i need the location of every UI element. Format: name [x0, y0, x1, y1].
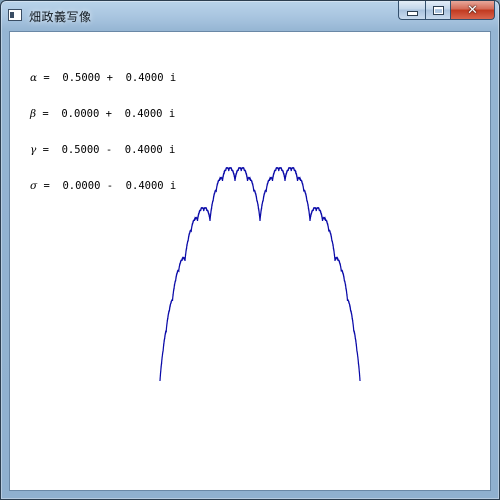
caption-buttons: ✕	[398, 1, 495, 21]
title-bar[interactable]: 畑政義写像 ✕	[1, 1, 499, 31]
parameter-beta: β = 0.0000 + 0.4000 i	[30, 108, 176, 120]
app-window-icon[interactable]	[8, 9, 22, 21]
app-window: 畑政義写像 ✕ α = 0.5000 + 0.4000 i β = 0.0000…	[0, 0, 500, 500]
maximize-button[interactable]	[425, 1, 451, 20]
gamma-value: = 0.5000 - 0.4000 i	[36, 144, 176, 156]
maximize-icon	[432, 5, 444, 15]
window-title: 畑政義写像	[29, 10, 92, 24]
client-area: α = 0.5000 + 0.4000 i β = 0.0000 + 0.400…	[9, 31, 491, 491]
parameter-gamma: γ = 0.5000 - 0.4000 i	[30, 144, 176, 156]
fractal-curve	[159, 167, 361, 381]
minimize-button[interactable]	[398, 1, 425, 20]
alpha-value: = 0.5000 + 0.4000 i	[37, 72, 177, 84]
close-icon: ✕	[467, 2, 478, 18]
close-button[interactable]: ✕	[451, 1, 495, 20]
parameter-sigma: σ = 0.0000 - 0.4000 i	[30, 180, 176, 192]
desktop-background: 畑政義写像 ✕ α = 0.5000 + 0.4000 i β = 0.0000…	[0, 0, 500, 500]
sigma-value: = 0.0000 - 0.4000 i	[37, 180, 177, 192]
minimize-icon	[406, 10, 418, 16]
beta-value: = 0.0000 + 0.4000 i	[36, 108, 176, 120]
parameter-readout: α = 0.5000 + 0.4000 i β = 0.0000 + 0.400…	[30, 48, 176, 216]
parameter-alpha: α = 0.5000 + 0.4000 i	[30, 72, 176, 84]
